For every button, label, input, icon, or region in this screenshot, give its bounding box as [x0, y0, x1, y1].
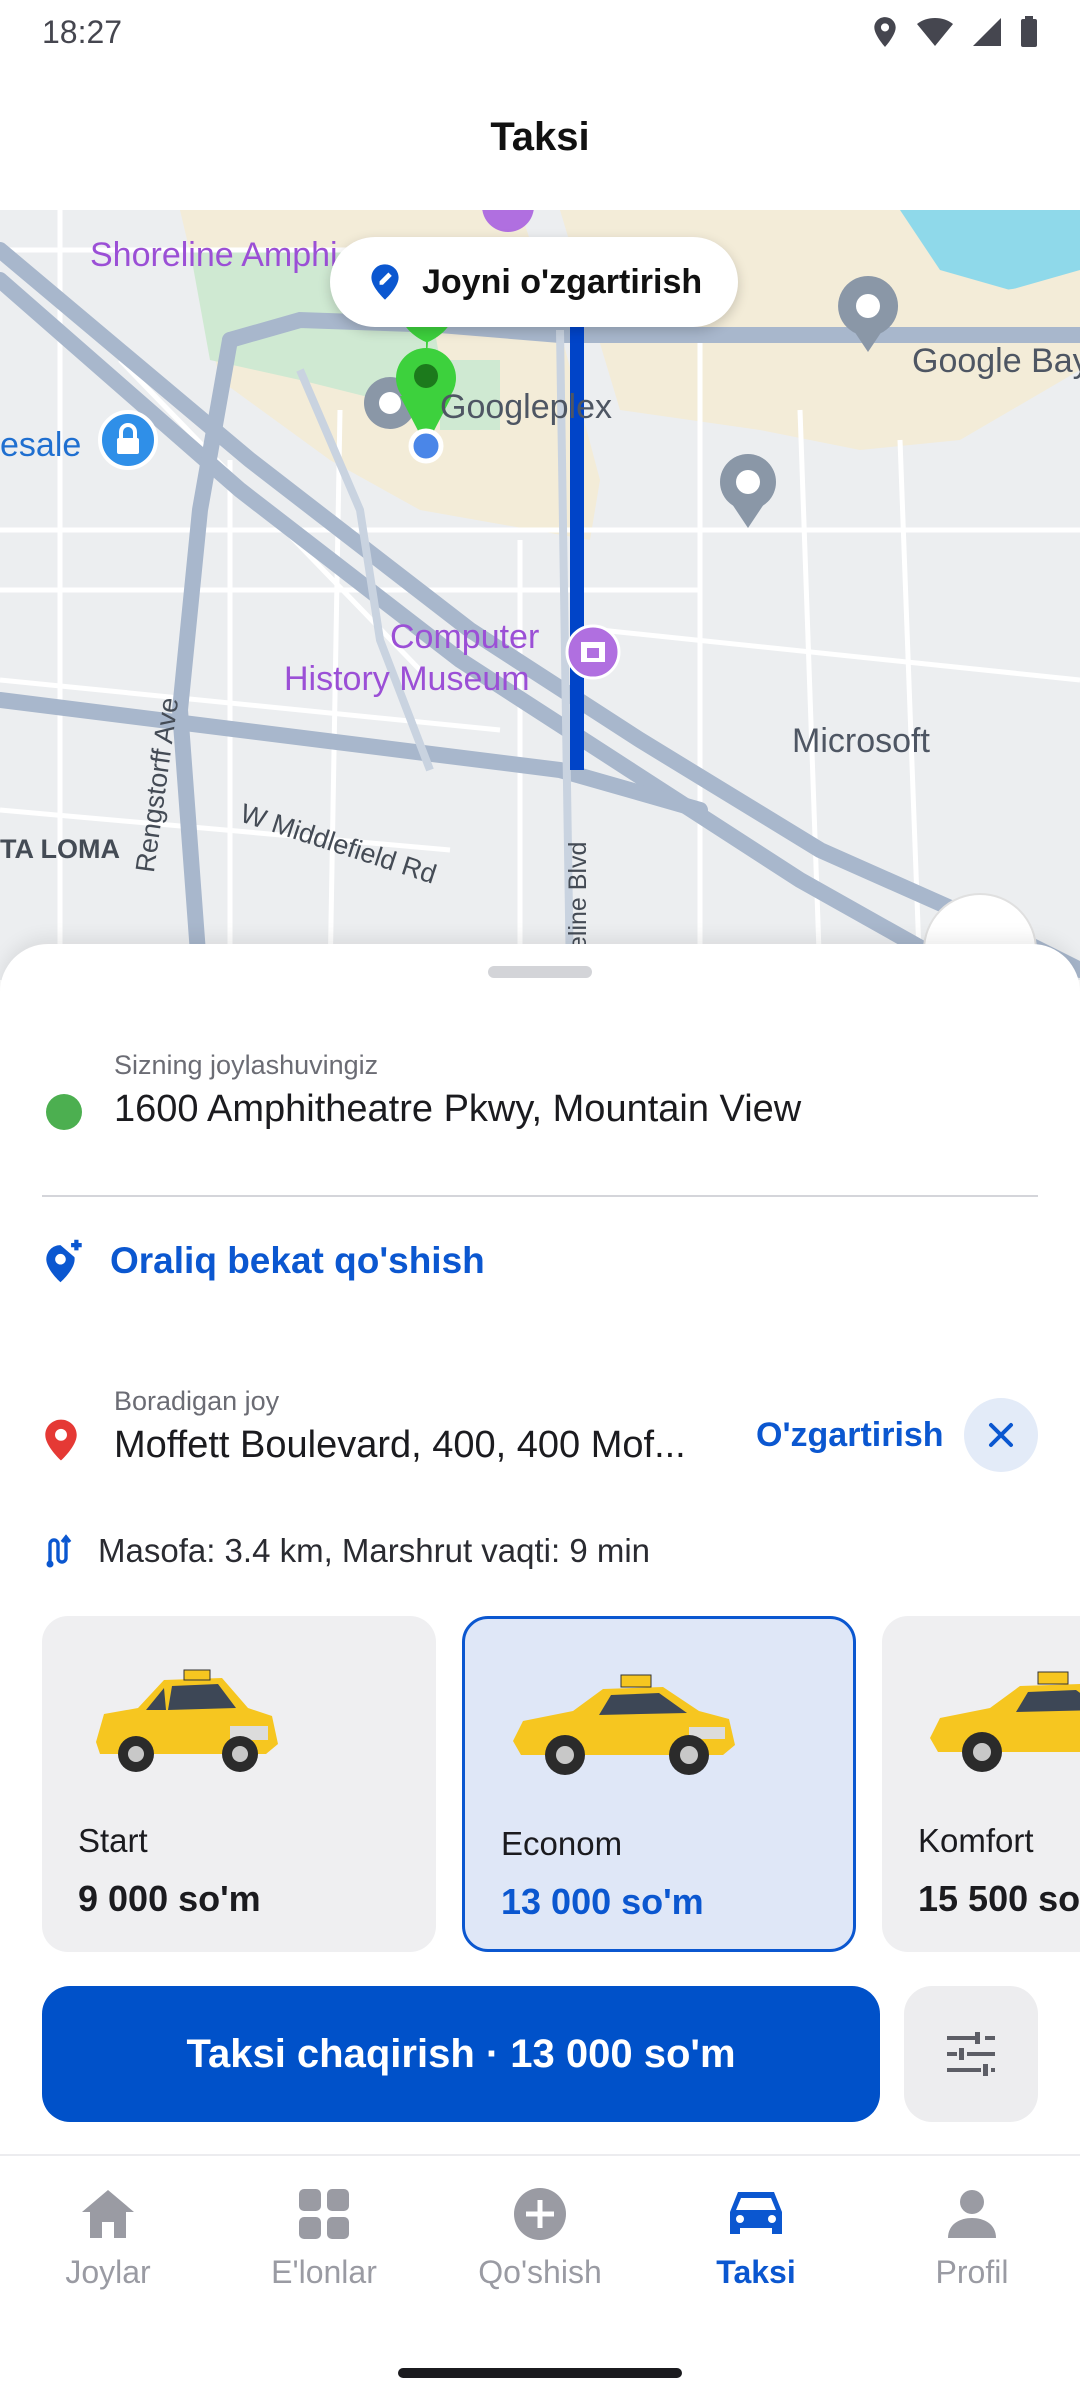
app-bar: Taksi: [0, 64, 1080, 210]
tariff-name: Start: [78, 1822, 148, 1859]
map-label-shoreline-blvd: eline Blvd: [564, 841, 592, 950]
ride-bottom-sheet: Sizning joylashuvingiz 1600 Amphitheatre…: [0, 944, 1080, 2156]
nav-item-profil[interactable]: Profil: [864, 2184, 1080, 2324]
add-stop-button[interactable]: Oraliq bekat qo'shish: [42, 1238, 485, 1284]
add-location-icon: [46, 1239, 82, 1283]
nav-item-elonlar[interactable]: E'lonlar: [216, 2184, 432, 2324]
bottom-navigation: Joylar E'lonlar Qo'shish Taksi Profil: [0, 2154, 1080, 2400]
grid-icon: [294, 2184, 354, 2244]
origin-caption: Sizning joylashuvingiz: [114, 1050, 379, 1080]
taxi-car-icon: [513, 1674, 735, 1775]
taxi-car-icon: [930, 1671, 1080, 1772]
status-time: 18:27: [42, 13, 123, 50]
close-icon: [989, 1423, 1013, 1447]
car-icon: [726, 2184, 786, 2244]
destination-field[interactable]: Boradigan joy Moffett Boulevard, 400, 40…: [42, 1384, 1038, 1494]
destination-caption: Boradigan joy: [114, 1386, 280, 1416]
nav-label: Qo'shish: [478, 2254, 602, 2290]
nav-label: E'lonlar: [271, 2254, 377, 2290]
divider: [42, 1195, 1038, 1197]
drag-handle[interactable]: [488, 966, 592, 978]
status-icons: [872, 16, 1038, 48]
status-bar: 18:27: [0, 0, 1080, 64]
map-label-googleplex: Googleplex: [440, 388, 613, 426]
map-label-esale: esale: [0, 426, 82, 464]
taxi-car-icon: [96, 1669, 278, 1772]
nav-item-taksi[interactable]: Taksi: [648, 2184, 864, 2324]
nav-label: Taksi: [716, 2254, 796, 2290]
poi-marker-museum: [565, 624, 621, 680]
map-label-microsoft: Microsoft: [792, 722, 930, 760]
edit-location-icon: [371, 264, 399, 300]
tariff-price: 15 500 so'm: [918, 1878, 1080, 1919]
map-label-museum-line2: History Museum: [284, 660, 530, 698]
destination-pin-icon: [45, 1419, 77, 1461]
tariff-price: 13 000 so'm: [501, 1881, 704, 1922]
map-view[interactable]: Shoreline Amphi Googleplex Google Bay es…: [0, 210, 1080, 980]
origin-address: 1600 Amphitheatre Pkwy, Mountain View: [114, 1088, 802, 1130]
change-location-chip[interactable]: Joyni o'zgartirish: [330, 237, 739, 327]
route-icon: [46, 1534, 72, 1568]
origin-dot-icon: [46, 1094, 82, 1130]
cellular-icon: [973, 18, 1001, 46]
change-destination-button[interactable]: O'zgartirish: [756, 1416, 944, 1455]
tariff-name: Komfort: [918, 1822, 1034, 1859]
map-label-shoreline: Shoreline Amphi: [90, 236, 338, 274]
tariff-card-komfort[interactable]: Komfort 15 500 so'm: [882, 1616, 1080, 1952]
tariff-price: 9 000 so'm: [78, 1878, 261, 1919]
nav-label: Joylar: [65, 2254, 151, 2290]
map-label-museum-line1: Computer: [390, 618, 540, 656]
add-stop-label: Oraliq bekat qo'shish: [110, 1240, 485, 1281]
destination-address: Moffett Boulevard, 400, 400 Mof...: [114, 1424, 686, 1466]
tune-icon: [947, 2032, 995, 2076]
route-info-text: Masofa: 3.4 km, Marshrut vaqti: 9 min: [98, 1532, 651, 1569]
tariff-card-econom[interactable]: Econom 13 000 so'm: [462, 1616, 856, 1952]
map-label-ta-loma: TA LOMA: [0, 834, 120, 864]
call-taxi-button[interactable]: Taksi chaqirish · 13 000 so'm: [42, 1986, 880, 2122]
clear-destination-button[interactable]: [964, 1398, 1038, 1472]
ride-options-button[interactable]: [904, 1986, 1038, 2122]
tariff-list: Start 9 000 so'm Econom 13 000 so'm Komf…: [42, 1616, 1080, 1954]
nav-item-qoshish[interactable]: Qo'shish: [432, 2184, 648, 2324]
route-info: Masofa: 3.4 km, Marshrut vaqti: 9 min: [42, 1532, 650, 1570]
location-icon: [874, 17, 896, 47]
gesture-bar[interactable]: [398, 2368, 682, 2378]
wifi-icon: [917, 18, 953, 46]
map-label-google-bay: Google Bay: [912, 342, 1080, 380]
nav-item-joylar[interactable]: Joylar: [0, 2184, 216, 2324]
battery-icon: [1021, 16, 1037, 47]
change-location-label: Joyni o'zgartirish: [422, 262, 703, 301]
tariff-name: Econom: [501, 1825, 623, 1862]
nav-label: Profil: [935, 2254, 1009, 2290]
person-icon: [942, 2184, 1002, 2244]
poi-marker-esale: [98, 410, 158, 470]
tariff-card-start[interactable]: Start 9 000 so'm: [42, 1616, 436, 1952]
home-icon: [78, 2184, 138, 2244]
page-title: Taksi: [490, 114, 590, 159]
add-circle-icon: [510, 2184, 570, 2244]
